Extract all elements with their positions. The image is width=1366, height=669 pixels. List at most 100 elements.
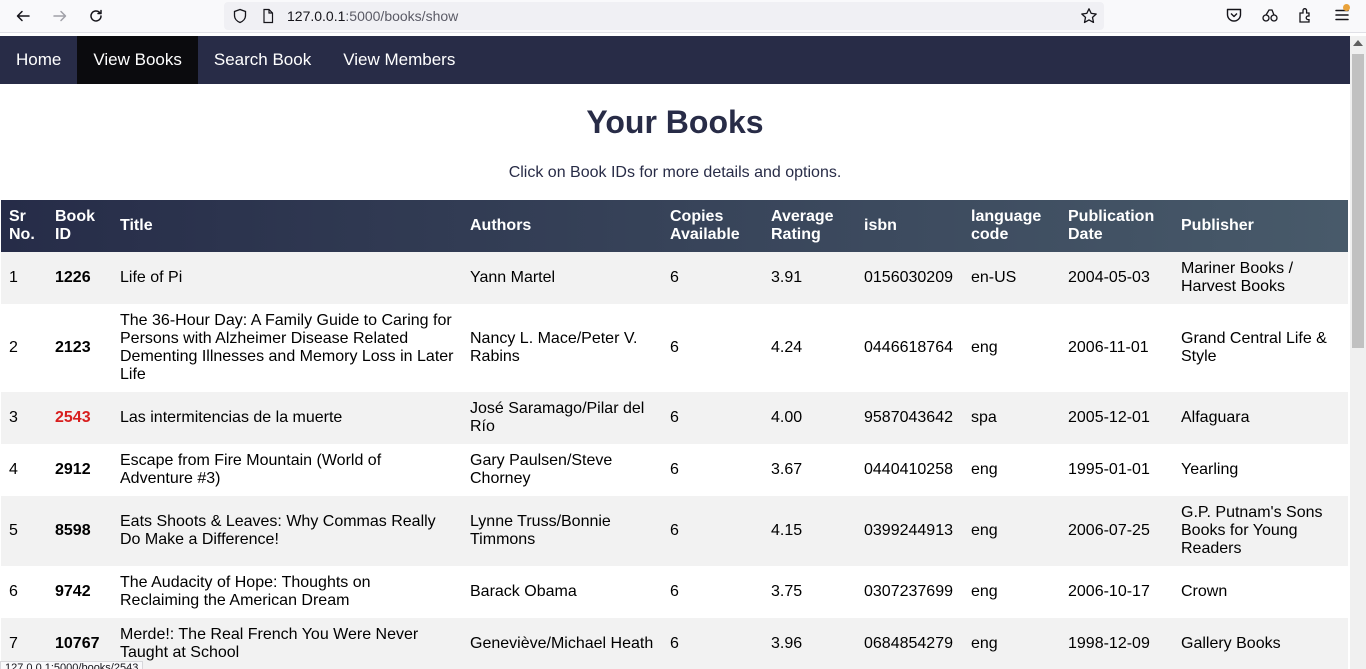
scroll-up-arrow-icon[interactable] xyxy=(1353,40,1363,46)
table-row: 1 1226 Life of Pi Yann Martel 6 3.91 015603020… xyxy=(1,252,1348,304)
col-isbn-cell: 0156030209 xyxy=(864,269,953,286)
pocket-icon[interactable] xyxy=(1225,6,1245,26)
extensions-icon[interactable] xyxy=(1297,6,1317,26)
col-sr-no-cell: 5 xyxy=(9,522,18,539)
col-language-header: language code xyxy=(971,208,1042,243)
col-sr-no-header: Sr No. xyxy=(9,208,35,243)
url-text[interactable]: 127.0.0.1:5000/books/show xyxy=(287,8,458,24)
col-publisher-cell: Gallery Books xyxy=(1181,635,1281,652)
scrollbar-thumb[interactable] xyxy=(1352,54,1364,348)
col-rating-header: Average Rating xyxy=(771,208,834,243)
col-language-cell: eng xyxy=(971,583,998,600)
site-navbar: Home View Books Search Book View Members xyxy=(0,36,1366,84)
col-isbn-cell: 0446618764 xyxy=(864,339,953,356)
col-sr-no-cell: 4 xyxy=(9,461,18,478)
col-sr-no-cell: 2 xyxy=(9,339,18,356)
col-copies-cell: 6 xyxy=(670,461,679,478)
url-path: :5000/books/show xyxy=(345,8,459,24)
forward-icon[interactable] xyxy=(48,4,72,28)
col-book-id-header: Book ID xyxy=(55,208,95,243)
col-language-cell: eng xyxy=(971,461,998,478)
nav-home[interactable]: Home xyxy=(0,36,77,84)
book-id-link[interactable]: 2543 xyxy=(47,392,112,444)
book-id-link[interactable]: 1226 xyxy=(47,252,112,304)
col-title-cell: The Audacity of Hope: Thoughts on Reclai… xyxy=(120,574,371,609)
col-copies-cell: 6 xyxy=(670,522,679,539)
shield-icon[interactable] xyxy=(232,8,248,24)
col-rating-cell: 3.75 xyxy=(771,583,803,600)
col-authors-cell: Gary Paulsen/Steve Chorney xyxy=(470,452,613,487)
col-publisher-cell: Grand Central Life & Style xyxy=(1181,330,1327,365)
col-pub-date-cell: 2006-07-25 xyxy=(1068,522,1150,539)
table-header-row: Sr No. Book ID Title Authors Copies Availabl… xyxy=(1,200,1348,252)
table-row: 4 2912 Escape from Fire Mountain (World of… xyxy=(1,444,1348,496)
col-publisher-cell: Yearling xyxy=(1181,461,1239,478)
col-title-cell: Life of Pi xyxy=(120,269,183,286)
col-isbn-cell: 0684854279 xyxy=(864,635,953,652)
back-icon[interactable] xyxy=(11,4,35,28)
col-copies-cell: 6 xyxy=(670,269,679,286)
status-bar-url: 127.0.0.1:5000/books/2543 xyxy=(0,661,144,669)
col-pub-date-header: Publication Date xyxy=(1068,208,1155,243)
table-row: 3 2543 Las intermitencias de la muerte José… xyxy=(1,392,1348,444)
page-subtitle: Click on Book IDs for more details and o… xyxy=(508,164,842,181)
page-title: Your Books xyxy=(586,104,764,140)
reload-icon[interactable] xyxy=(84,4,108,28)
col-pub-date-cell: 1995-01-01 xyxy=(1068,461,1150,478)
update-badge xyxy=(1343,4,1350,11)
nav-view-members[interactable]: View Members xyxy=(327,36,471,84)
book-id-link[interactable]: 9742 xyxy=(47,566,112,618)
page-icon xyxy=(263,8,274,24)
table-row: 5 8598 Eats Shoots & Leaves: Why Commas Re… xyxy=(1,496,1348,566)
col-publisher-cell: Crown xyxy=(1181,583,1228,600)
col-isbn-cell: 0307237699 xyxy=(864,583,953,600)
col-language-cell: eng xyxy=(971,635,998,652)
col-title-cell: The 36-Hour Day: A Family Guide to Carin… xyxy=(120,312,454,383)
col-rating-cell: 4.00 xyxy=(771,409,803,426)
book-id-link[interactable]: 8598 xyxy=(47,496,112,566)
col-authors-cell: Geneviève/Michael Heath xyxy=(470,635,654,652)
page-scrollbar[interactable] xyxy=(1350,36,1366,669)
col-publisher-cell: G.P. Putnam's Sons Books for Young Reade… xyxy=(1181,504,1323,557)
table-row: 6 9742 The Audacity of Hope: Thoughts on R… xyxy=(1,566,1348,618)
book-id-link[interactable]: 2912 xyxy=(47,444,112,496)
bookmark-star-icon[interactable] xyxy=(1080,7,1098,25)
table-row: 2 2123 The 36-Hour Day: A Family Guide to … xyxy=(1,304,1348,392)
address-bar[interactable]: 127.0.0.1:5000/books/show xyxy=(224,2,1104,30)
col-isbn-cell: 9587043642 xyxy=(864,409,953,426)
books-table: Sr No. Book ID Title Authors Copies Availabl… xyxy=(1,200,1348,669)
col-isbn-header: isbn xyxy=(864,217,897,234)
col-pub-date-cell: 1998-12-09 xyxy=(1068,635,1150,652)
col-isbn-cell: 0399244913 xyxy=(864,522,953,539)
col-pub-date-cell: 2006-11-01 xyxy=(1068,339,1149,356)
col-sr-no-cell: 1 xyxy=(9,269,18,286)
col-language-cell: en-US xyxy=(971,269,1017,286)
browser-toolbar: 127.0.0.1:5000/books/show xyxy=(0,0,1366,33)
col-title-cell: Eats Shoots & Leaves: Why Commas Really … xyxy=(120,513,436,548)
col-pub-date-cell: 2005-12-01 xyxy=(1068,409,1150,426)
col-rating-cell: 3.96 xyxy=(771,635,803,652)
col-publisher-cell: Mariner Books / Harvest Books xyxy=(1181,260,1294,295)
col-authors-cell: José Saramago/Pilar del Río xyxy=(470,400,645,435)
col-authors-cell: Nancy L. Mace/Peter V. Rabins xyxy=(470,330,638,365)
col-rating-cell: 3.67 xyxy=(771,461,803,478)
col-pub-date-cell: 2004-05-03 xyxy=(1068,269,1150,286)
col-authors-cell: Barack Obama xyxy=(470,583,577,600)
account-icon[interactable] xyxy=(1261,6,1281,26)
col-copies-cell: 6 xyxy=(670,635,679,652)
col-copies-cell: 6 xyxy=(670,409,679,426)
col-language-cell: eng xyxy=(971,522,998,539)
col-copies-cell: 6 xyxy=(670,583,679,600)
col-isbn-cell: 0440410258 xyxy=(864,461,953,478)
book-id-link[interactable]: 2123 xyxy=(47,304,112,392)
col-authors-cell: Yann Martel xyxy=(470,269,556,286)
table-body: 1 1226 Life of Pi Yann Martel 6 3.91 015603020… xyxy=(1,252,1348,669)
col-publisher-header: Publisher xyxy=(1181,217,1254,234)
nav-search-book[interactable]: Search Book xyxy=(198,36,327,84)
col-title-cell: Las intermitencias de la muerte xyxy=(120,409,343,426)
col-language-cell: eng xyxy=(971,339,998,356)
col-title-cell: Merde!: The Real French You Were Never T… xyxy=(120,626,419,661)
nav-view-books[interactable]: View Books xyxy=(77,36,198,84)
col-copies-cell: 6 xyxy=(670,339,679,356)
col-pub-date-cell: 2006-10-17 xyxy=(1068,583,1150,600)
